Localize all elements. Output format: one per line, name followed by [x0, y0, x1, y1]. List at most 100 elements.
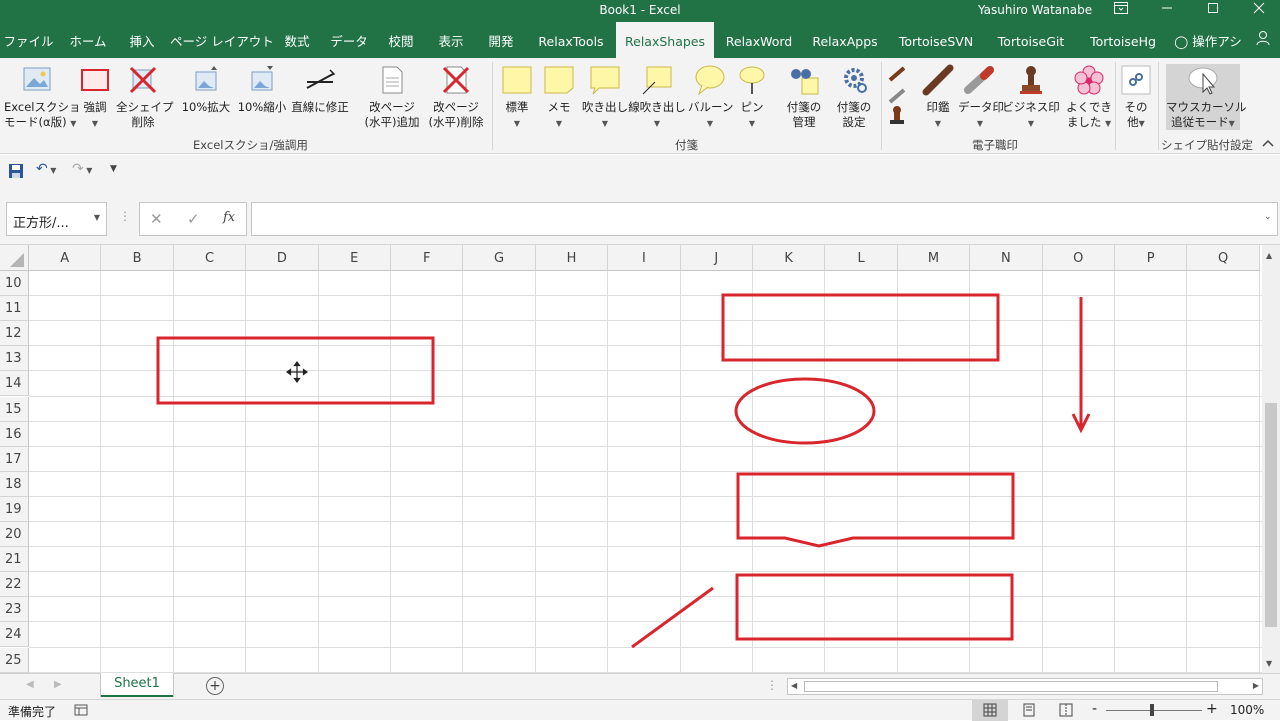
tab-relaxshapes[interactable]: RelaxShapes — [616, 22, 714, 58]
red-rectangle-shape-selected[interactable] — [156, 336, 435, 405]
red-line-shape[interactable] — [631, 586, 714, 649]
sheet-tab-sheet1[interactable]: Sheet1 — [101, 673, 173, 697]
zoom-out-button[interactable]: - — [1092, 701, 1097, 717]
pagebreak-delete-button[interactable]: 改ページ (水平)削除 — [424, 64, 488, 130]
scroll-down-icon[interactable]: ▼ — [1266, 659, 1272, 668]
tab-relaxapps[interactable]: RelaxApps — [806, 22, 884, 58]
redo-icon[interactable]: ↷ ▼ — [72, 161, 92, 177]
macro-record-icon[interactable] — [74, 703, 88, 720]
tab-split-handle-icon[interactable]: ⋮ — [766, 678, 778, 692]
other-button[interactable]: その 他▼ — [1118, 64, 1154, 131]
tab-file[interactable]: ファイル — [0, 22, 57, 58]
tab-review[interactable]: 校閲 — [380, 22, 422, 58]
tab-insert[interactable]: 挿入 — [120, 22, 164, 58]
lightbulb-icon: ◯ — [1174, 34, 1189, 49]
minimize-icon[interactable] — [1144, 0, 1190, 22]
line-callout-label: 線吹き出し — [628, 100, 686, 114]
ribbon-display-options-icon[interactable] — [1098, 0, 1144, 22]
sticky-pin-button[interactable]: ピン ▼ — [734, 64, 770, 131]
delete-all-shapes-button[interactable]: 全シェイプ 削除 — [116, 64, 174, 130]
data-stamp-button[interactable]: データ印 ▼ — [958, 64, 1004, 131]
tab-home[interactable]: ホーム — [60, 22, 116, 58]
tab-formulas[interactable]: 数式 — [276, 22, 318, 58]
zoom-out-10-button[interactable]: 10%縮小 — [234, 64, 290, 115]
prev-sheet-icon[interactable]: ◀ — [26, 679, 34, 690]
mouse-follow-mode-button[interactable]: マウスカーソル 追従モード▼ — [1166, 64, 1247, 130]
undo-icon[interactable]: ↶ ▼ — [36, 161, 56, 177]
scroll-up-icon[interactable]: ▲ — [1266, 251, 1272, 260]
red-pentagon-callout-shape[interactable] — [736, 472, 1015, 548]
zoom-in-button[interactable]: + — [1206, 701, 1218, 717]
customize-qat-icon[interactable]: ▼ — [110, 164, 117, 174]
sticky-callout-button[interactable]: 吹き出し ▼ — [580, 64, 630, 131]
pagebreak-del-label: 改ページ — [433, 100, 479, 114]
emphasis-button[interactable]: 強調 ▼ — [76, 64, 114, 131]
red-ellipse-shape[interactable] — [734, 377, 876, 445]
scroll-right-icon[interactable]: ▶ — [1253, 681, 1259, 690]
name-box-dropdown-icon[interactable]: ▼ — [94, 213, 100, 222]
vertical-scroll-thumb[interactable] — [1265, 403, 1277, 627]
tab-view[interactable]: 表示 — [430, 22, 472, 58]
tab-data[interactable]: データ — [326, 22, 372, 58]
sticky-settings-button[interactable]: 付箋の 設定 — [832, 64, 876, 130]
small-stamp-buttons[interactable] — [884, 64, 910, 134]
tab-developer[interactable]: 開発 — [480, 22, 522, 58]
sticky-line-callout-button[interactable]: 線吹き出し ▼ — [628, 64, 686, 131]
group-label-sticky: 付箋 — [675, 138, 698, 152]
status-bar: 準備完了 - + 100% — [0, 699, 1280, 721]
cancel-icon[interactable]: ✕ — [150, 210, 163, 228]
formula-input[interactable] — [251, 202, 1278, 236]
zoom-in-10-button[interactable]: 10%拡大 — [178, 64, 234, 115]
tab-relaxtools[interactable]: RelaxTools — [530, 22, 612, 58]
share-user-icon[interactable] — [1248, 22, 1278, 58]
maximize-icon[interactable] — [1190, 0, 1236, 22]
vertical-scrollbar[interactable]: ▲ ▼ — [1262, 245, 1280, 673]
sticky-balloon-button[interactable]: バルーン ▼ — [688, 64, 733, 131]
user-name[interactable]: Yasuhiro Watanabe — [978, 3, 1092, 17]
save-icon[interactable] — [8, 163, 24, 182]
sakura-flower-icon — [1074, 65, 1104, 95]
add-sheet-icon[interactable]: + — [206, 677, 224, 695]
zoom-slider-track[interactable] — [1106, 710, 1202, 711]
business-stamp-button[interactable]: ビジネス印 ▼ — [1002, 64, 1060, 131]
red-rectangle-shape-bottom[interactable] — [735, 573, 1014, 641]
tab-relaxword[interactable]: RelaxWord — [718, 22, 800, 58]
normal-view-icon[interactable] — [972, 700, 1008, 721]
screenshot-label: Excelスクショ — [4, 100, 81, 114]
worksheet-grid[interactable]: ABCDEFGHIJKLMNOPQ 10 11 12 13 14 15 16 17 18 19 20… — [0, 245, 1262, 673]
horizontal-scroll-thumb[interactable] — [804, 681, 1218, 692]
straighten-line-button[interactable]: 直線に修正 — [290, 64, 350, 115]
tab-tell-me[interactable]: ◯ 操作アシ — [1170, 22, 1246, 58]
collapse-ribbon-icon[interactable] — [1260, 136, 1276, 151]
pagebreak-add-label-2: (水平)追加 — [364, 115, 420, 129]
red-rectangle-shape[interactable] — [721, 293, 1000, 362]
tab-tortoisegit[interactable]: TortoiseGit — [988, 22, 1074, 58]
screenshot-mode-button[interactable]: Excelスクショ モード(α版) ▼ — [4, 64, 80, 131]
pin-label: ピン — [740, 100, 764, 114]
ribbon-separator — [492, 62, 493, 150]
sticky-manage-button[interactable]: 付箋の 管理 — [782, 64, 826, 130]
sticky-memo-button[interactable]: メモ ▼ — [540, 64, 578, 131]
group-label-stamp: 電子職印 — [972, 138, 1018, 152]
tab-tortoisehg[interactable]: TortoiseHg — [1080, 22, 1166, 58]
insert-function-icon[interactable]: fx — [223, 210, 235, 225]
page-break-view-icon[interactable] — [1059, 703, 1073, 720]
red-down-arrow-shape[interactable] — [1071, 297, 1091, 434]
enter-icon[interactable]: ✓ — [187, 210, 200, 228]
tab-tortoisesvn[interactable]: TortoiseSVN — [890, 22, 982, 58]
pagebreak-del-label-2: (水平)削除 — [428, 115, 484, 129]
well-done-button[interactable]: よくでき ました ▼ — [1066, 64, 1112, 131]
scroll-left-icon[interactable]: ◀ — [791, 681, 797, 690]
zoom-level[interactable]: 100% — [1230, 703, 1264, 717]
pagebreak-add-button[interactable]: 改ページ (水平)追加 — [360, 64, 424, 130]
horizontal-scrollbar[interactable]: ◀ ▶ — [787, 678, 1263, 695]
name-box[interactable]: 正方形/... ▼ — [6, 202, 107, 236]
tab-page-layout[interactable]: ページ レイアウト — [170, 22, 274, 58]
zoom-slider-thumb[interactable] — [1150, 704, 1154, 716]
page-layout-view-icon[interactable] — [1022, 703, 1036, 720]
sticky-standard-button[interactable]: 標準 ▼ — [498, 64, 536, 131]
expand-formula-bar-icon[interactable]: ⌄ — [1264, 212, 1272, 222]
close-icon[interactable] — [1236, 0, 1280, 22]
next-sheet-icon[interactable]: ▶ — [54, 679, 62, 690]
stamp-button[interactable]: 印鑑 ▼ — [918, 64, 958, 131]
